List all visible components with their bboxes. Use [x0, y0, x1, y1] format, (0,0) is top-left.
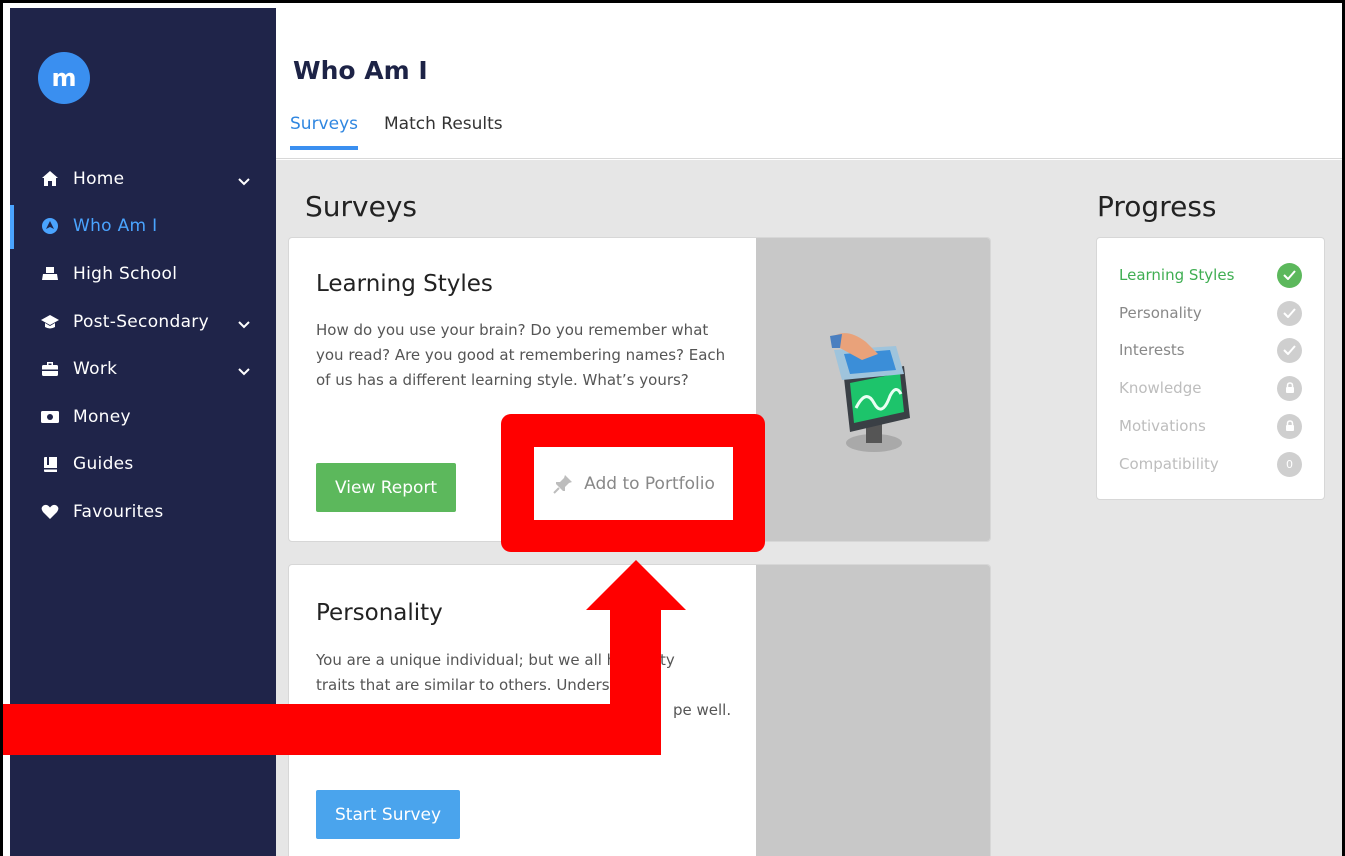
- tab-bar: Surveys Match Results: [290, 114, 529, 150]
- learning-styles-illustration: [830, 333, 910, 452]
- sidebar-item-home[interactable]: Home: [10, 155, 276, 203]
- add-to-portfolio-label: Add to Portfolio: [584, 473, 715, 494]
- progress-label: Interests: [1119, 341, 1185, 359]
- progress-heading: Progress: [1097, 190, 1217, 223]
- survey-illustration: [756, 238, 990, 541]
- progress-item-learning-styles[interactable]: Learning Styles: [1119, 262, 1302, 288]
- tab-match-results[interactable]: Match Results: [384, 114, 503, 148]
- lock-icon: [1277, 413, 1302, 439]
- progress-label: Learning Styles: [1119, 266, 1235, 284]
- chevron-down-icon[interactable]: [238, 314, 250, 334]
- sidebar-item-post-secondary[interactable]: Post-Secondary: [10, 298, 276, 346]
- lock-icon: [1277, 375, 1302, 401]
- description-line: You are a unique individual; but we all …: [316, 651, 626, 669]
- chevron-down-icon[interactable]: [238, 171, 250, 191]
- sidebar-item-high-school[interactable]: High School: [10, 250, 276, 298]
- progress-label: Knowledge: [1119, 379, 1202, 397]
- page-title: Who Am I: [293, 56, 428, 85]
- surveys-heading: Surveys: [305, 190, 417, 223]
- progress-label: Compatibility: [1119, 455, 1219, 473]
- sidebar-item-label: Work: [73, 359, 118, 380]
- page-header: Who Am I Surveys Match Results: [276, 8, 1345, 159]
- description-line: pe well.: [673, 701, 732, 719]
- card-description: How do you use your brain? Do you rememb…: [316, 321, 726, 389]
- sidebar-item-label: Favourites: [73, 501, 164, 522]
- money-icon: [40, 407, 60, 427]
- sidebar-item-guides[interactable]: Guides: [10, 441, 276, 489]
- school-icon: [40, 264, 60, 284]
- progress-item-compatibility: Compatibility 0: [1119, 451, 1302, 477]
- description-line: traits that are similar to others. Under…: [316, 676, 625, 694]
- sidebar-item-who-am-i[interactable]: Who Am I: [10, 203, 276, 251]
- progress-item-personality[interactable]: Personality: [1119, 300, 1302, 326]
- heart-icon: [40, 502, 60, 522]
- pin-icon: [552, 473, 574, 495]
- tab-surveys[interactable]: Surveys: [290, 114, 358, 150]
- view-report-button[interactable]: View Report: [316, 463, 457, 512]
- app-logo[interactable]: m: [38, 52, 90, 104]
- sidebar-item-label: Who Am I: [73, 216, 158, 237]
- book-icon: [40, 454, 60, 474]
- sidebar-item-label: Post-Secondary: [73, 311, 209, 332]
- check-icon: [1277, 337, 1302, 363]
- sidebar-item-label: High School: [73, 263, 178, 284]
- add-to-portfolio-button[interactable]: Add to Portfolio: [534, 447, 733, 520]
- graduation-cap-icon: [40, 312, 60, 332]
- progress-panel: Learning Styles Personality Interests Kn…: [1096, 237, 1325, 500]
- arrow-head-icon: [586, 560, 686, 610]
- check-icon: [1277, 300, 1302, 326]
- progress-label: Motivations: [1119, 417, 1206, 435]
- sidebar-item-label: Money: [73, 406, 131, 427]
- card-title: Personality: [316, 600, 443, 626]
- count-badge: 0: [1277, 451, 1302, 477]
- sidebar-item-money[interactable]: Money: [10, 393, 276, 441]
- arrow-shaft-horizontal: [0, 704, 661, 755]
- home-icon: [40, 169, 60, 189]
- compass-icon: [40, 216, 60, 236]
- progress-item-knowledge: Knowledge: [1119, 375, 1302, 401]
- sidebar-item-label: Home: [73, 168, 125, 189]
- sidebar-item-label: Guides: [73, 454, 134, 475]
- chevron-down-icon[interactable]: [238, 361, 250, 381]
- start-survey-button[interactable]: Start Survey: [316, 790, 461, 839]
- sidebar-item-favourites[interactable]: Favourites: [10, 488, 276, 536]
- progress-item-motivations: Motivations: [1119, 413, 1302, 439]
- progress-item-interests[interactable]: Interests: [1119, 337, 1302, 363]
- progress-label: Personality: [1119, 304, 1202, 322]
- sidebar-nav: Home Who Am I High School Post-Secondary: [10, 155, 276, 536]
- check-icon: [1277, 262, 1302, 288]
- card-title: Learning Styles: [316, 271, 493, 297]
- briefcase-icon: [40, 359, 60, 379]
- survey-illustration: [756, 565, 990, 856]
- sidebar-item-work[interactable]: Work: [10, 345, 276, 393]
